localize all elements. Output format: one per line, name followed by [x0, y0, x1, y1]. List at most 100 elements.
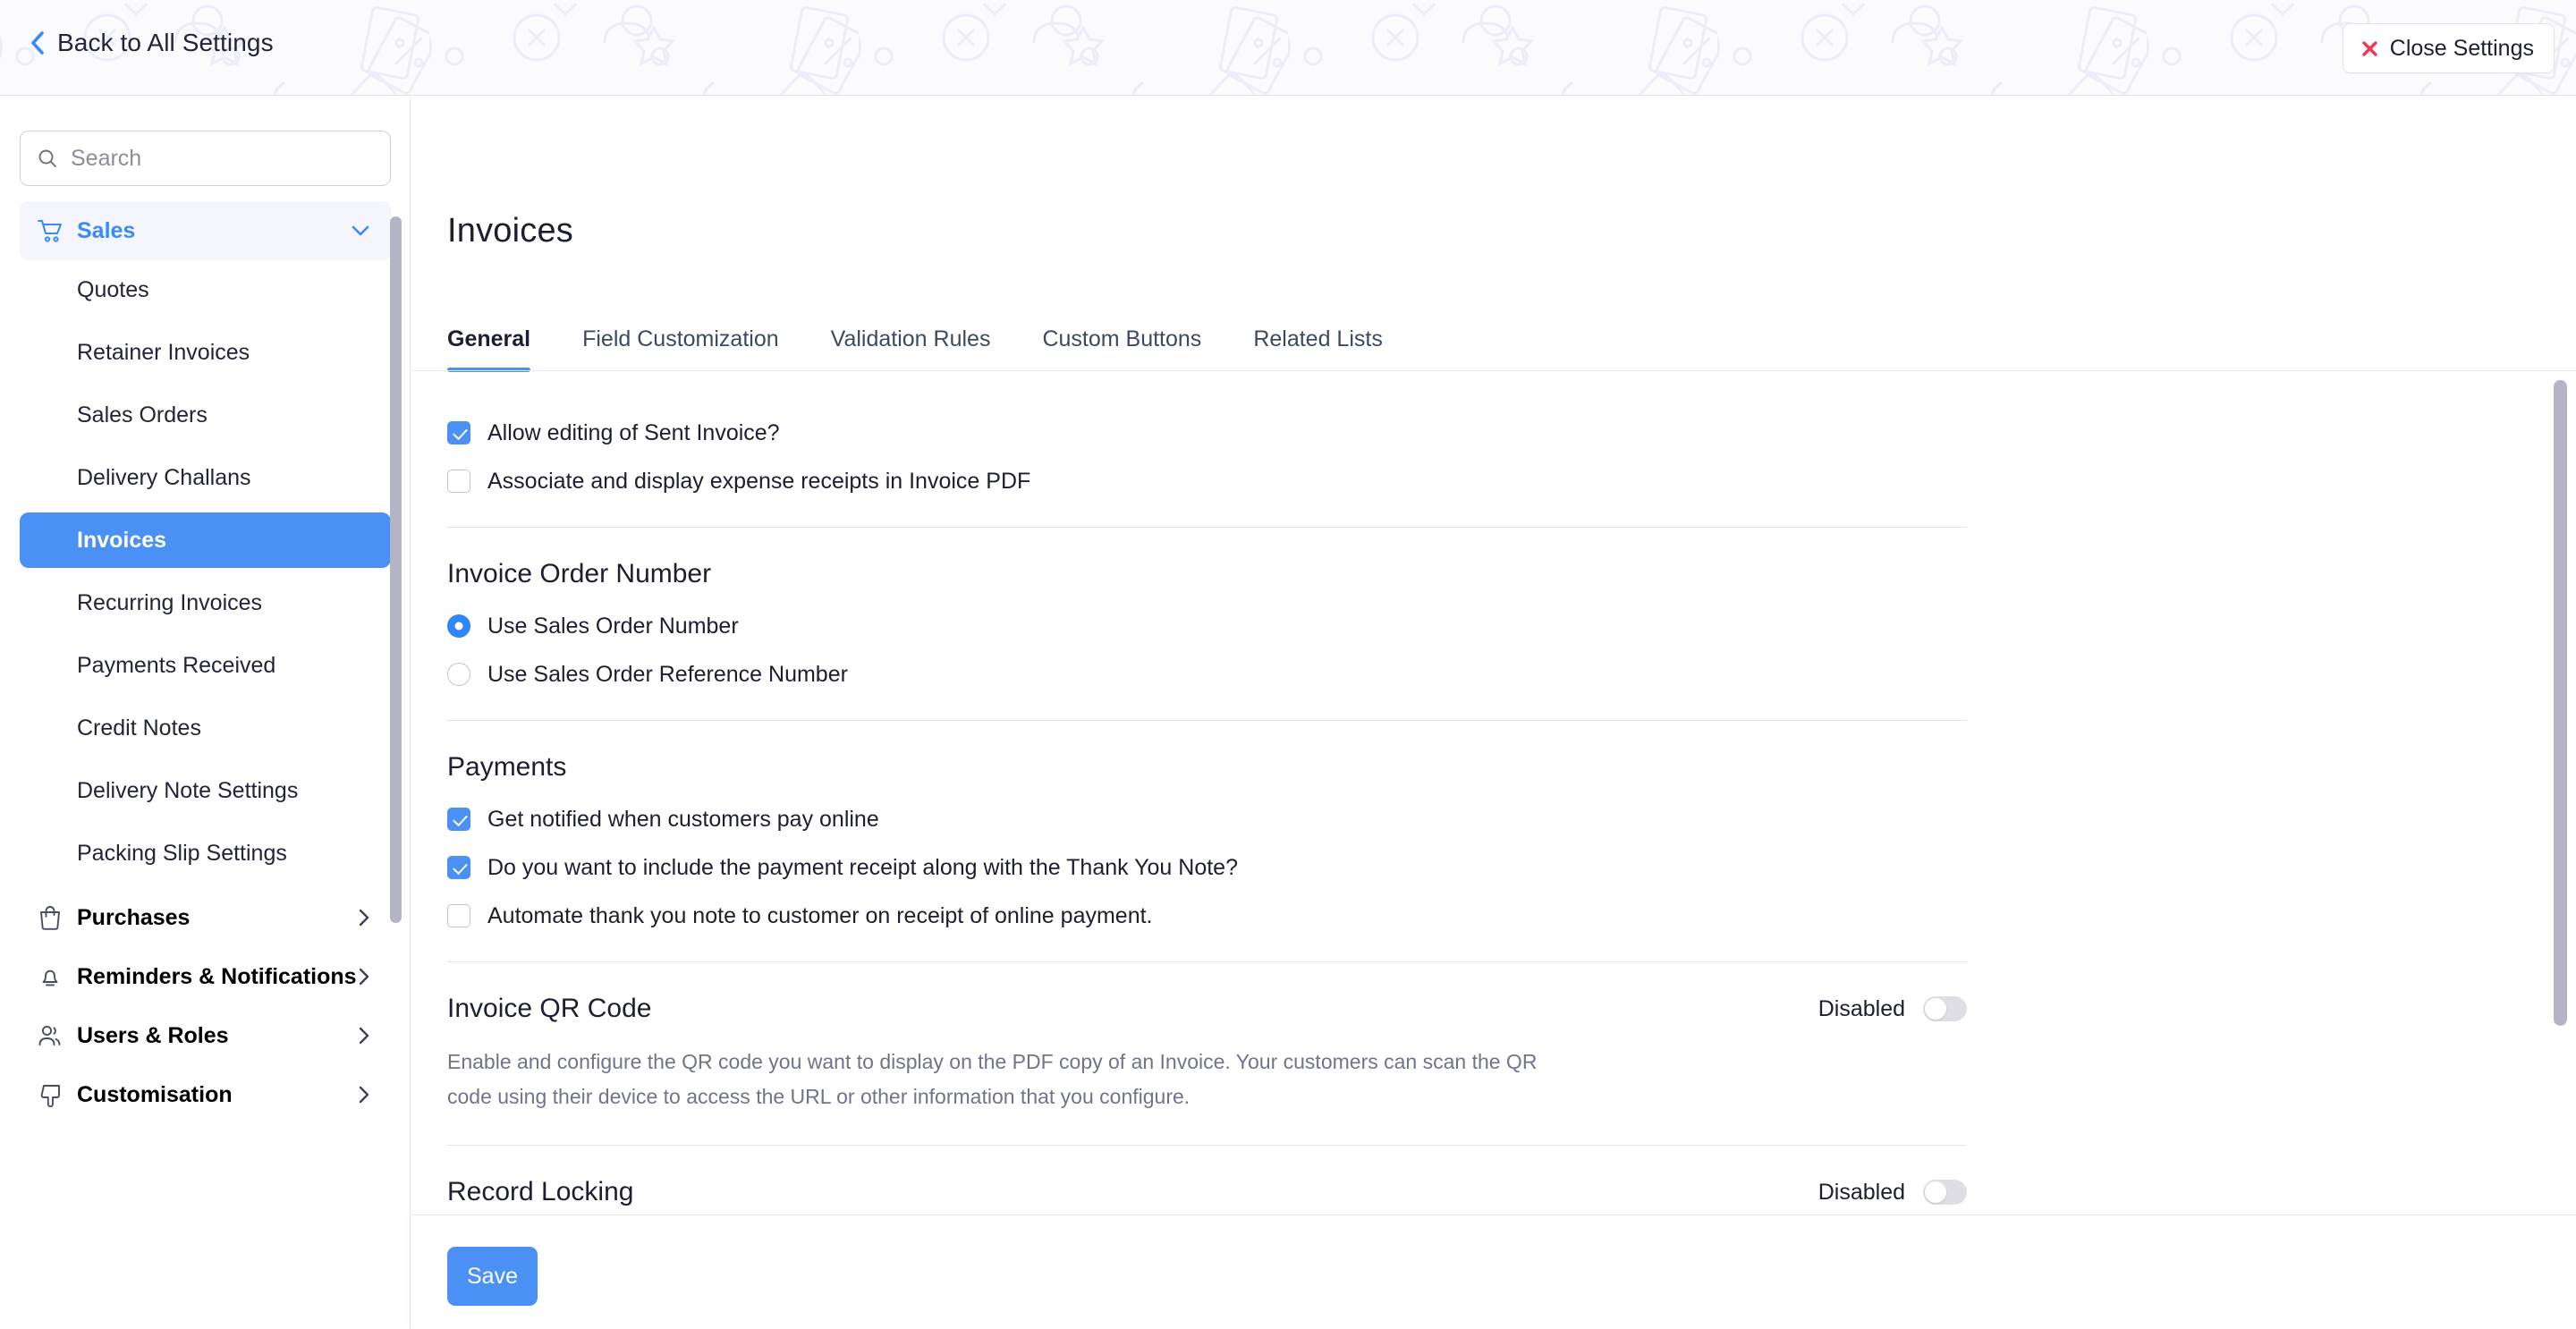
section-title: Invoice QR Code [447, 994, 651, 1024]
users-icon [37, 1022, 64, 1049]
section-invoice-qr-code: Invoice QR Code Disabled Enable and conf… [447, 994, 2576, 1114]
tab-related-lists[interactable]: Related Lists [1253, 326, 1383, 372]
tag-icon [37, 1081, 64, 1108]
checkbox-associate-expense-receipts[interactable]: Associate and display expense receipts i… [447, 466, 2576, 496]
checkbox-label: Associate and display expense receipts i… [487, 466, 1030, 496]
shopping-bag-icon [37, 904, 64, 931]
radio-use-sales-order-number[interactable]: Use Sales Order Number [447, 611, 2576, 641]
close-settings-label: Close Settings [2390, 36, 2534, 62]
section-invoice-order-number: Invoice Order Number Use Sales Order Num… [447, 559, 2576, 690]
sidebar-item-label: Invoices [77, 528, 166, 554]
sidebar-item-label: Credit Notes [77, 715, 201, 741]
radio-button[interactable] [447, 614, 470, 638]
sidebar-item-purchases-label: Purchases [77, 905, 190, 931]
sidebar-item-users-roles[interactable]: Users & Roles [20, 1006, 391, 1065]
tab-validation-rules[interactable]: Validation Rules [831, 326, 991, 372]
toggle-group: Disabled [1818, 1180, 1967, 1206]
settings-content-inner: Allow editing of Sent Invoice? Associate… [411, 371, 2576, 1285]
sidebar-item-label: Quotes [77, 277, 149, 303]
toggle-state-label: Disabled [1818, 1180, 1905, 1206]
search-box[interactable] [20, 131, 391, 186]
checkbox-include-payment-receipt[interactable]: Do you want to include the payment recei… [447, 852, 2576, 883]
sidebar-item-label: Delivery Note Settings [77, 778, 298, 804]
checkbox-box[interactable] [447, 904, 470, 927]
checkbox-label: Do you want to include the payment recei… [487, 852, 1238, 883]
sidebar-item-reminders-notifications[interactable]: Reminders & Notifications [20, 947, 391, 1006]
toggle-knob [1925, 1181, 1946, 1203]
sidebar-item-label: Packing Slip Settings [77, 841, 287, 867]
checkbox-box[interactable] [447, 470, 470, 493]
tab-general[interactable]: General [447, 326, 530, 372]
sidebar-item-customisation-label: Customisation [77, 1082, 233, 1108]
section-divider [447, 527, 1967, 528]
sidebar-item-packing-slip-settings[interactable]: Packing Slip Settings [20, 825, 391, 881]
chevron-right-icon [359, 909, 369, 927]
chevron-down-icon [352, 225, 369, 236]
checkbox-label: Allow editing of Sent Invoice? [487, 418, 780, 448]
settings-page: Back to All Settings Close Settings [0, 0, 2576, 1329]
sidebar-item-quotes[interactable]: Quotes [20, 262, 391, 317]
invoice-qr-code-toggle[interactable] [1923, 996, 1967, 1021]
sidebar-item-purchases[interactable]: Purchases [20, 888, 391, 947]
settings-sidebar: Sales Quotes Retainer Invoices Sales Ord… [0, 96, 411, 1329]
checkbox-box[interactable] [447, 421, 470, 444]
checkbox-label: Automate thank you note to customer on r… [487, 901, 1153, 931]
sidebar-item-retainer-invoices[interactable]: Retainer Invoices [20, 325, 391, 380]
tab-field-customization[interactable]: Field Customization [582, 326, 779, 372]
sidebar-scrollbar[interactable] [390, 216, 402, 923]
sidebar-item-label: Sales Orders [77, 402, 208, 428]
section-header: Invoice QR Code Disabled [447, 994, 1967, 1024]
checkbox-automate-thank-you-note[interactable]: Automate thank you note to customer on r… [447, 901, 2576, 931]
section-title: Payments [447, 752, 2576, 783]
sidebar-item-payments-received[interactable]: Payments Received [20, 638, 391, 693]
sidebar-item-label: Delivery Challans [77, 465, 251, 491]
toggle-knob [1925, 998, 1946, 1020]
sidebar-item-label: Payments Received [77, 653, 275, 679]
section-divider [447, 720, 1967, 721]
main-content-scrollbar[interactable] [2554, 380, 2567, 1026]
sidebar-item-delivery-note-settings[interactable]: Delivery Note Settings [20, 763, 391, 818]
radio-label: Use Sales Order Reference Number [487, 659, 848, 690]
chevron-right-icon [359, 1086, 369, 1104]
radio-label: Use Sales Order Number [487, 611, 739, 641]
search-input[interactable] [71, 146, 366, 172]
close-settings-button[interactable]: Close Settings [2343, 23, 2555, 73]
radio-button[interactable] [447, 663, 470, 686]
section-record-locking: Record Locking Disabled [447, 1177, 2576, 1207]
sidebar-group-sales[interactable]: Sales [20, 201, 391, 260]
back-to-all-settings-link[interactable]: Back to All Settings [30, 29, 274, 57]
search-container [20, 131, 391, 186]
radio-use-sales-order-reference-number[interactable]: Use Sales Order Reference Number [447, 659, 2576, 690]
tab-custom-buttons[interactable]: Custom Buttons [1042, 326, 1201, 372]
checkbox-allow-editing-sent-invoice[interactable]: Allow editing of Sent Invoice? [447, 418, 2576, 448]
sidebar-item-recurring-invoices[interactable]: Recurring Invoices [20, 575, 391, 631]
checkbox-get-notified-pay-online[interactable]: Get notified when customers pay online [447, 804, 2576, 834]
footer-bar: Save [411, 1215, 2576, 1329]
sidebar-item-customisation[interactable]: Customisation [20, 1065, 391, 1124]
page-title: Invoices [447, 212, 573, 250]
chevron-right-icon [359, 968, 369, 986]
checkbox-label: Get notified when customers pay online [487, 804, 879, 834]
section-header: Record Locking Disabled [447, 1177, 1967, 1207]
sidebar-sales-items: Quotes Retainer Invoices Sales Orders De… [0, 262, 411, 881]
section-divider [447, 1145, 1967, 1146]
checkbox-box[interactable] [447, 856, 470, 879]
record-locking-toggle[interactable] [1923, 1180, 1967, 1205]
section-payments: Payments Get notified when customers pay… [447, 752, 2576, 931]
sidebar-item-delivery-challans[interactable]: Delivery Challans [20, 450, 391, 505]
sidebar-group-sales-label: Sales [77, 218, 135, 244]
sidebar-item-sales-orders[interactable]: Sales Orders [20, 387, 391, 443]
sidebar-item-credit-notes[interactable]: Credit Notes [20, 700, 391, 756]
checkbox-box[interactable] [447, 808, 470, 831]
tab-label: Validation Rules [831, 326, 991, 351]
toggle-group: Disabled [1818, 996, 1967, 1022]
search-icon [37, 148, 58, 169]
chevron-right-icon [359, 1027, 369, 1045]
sidebar-item-invoices[interactable]: Invoices [20, 512, 391, 568]
sidebar-nav: Sales Quotes Retainer Invoices Sales Ord… [0, 201, 411, 1124]
tab-label: Custom Buttons [1042, 326, 1201, 351]
save-button[interactable]: Save [447, 1247, 538, 1306]
tab-bar: General Field Customization Validation R… [447, 326, 1435, 371]
main-panel: Invoices General Field Customization Val… [411, 96, 2576, 1329]
close-x-icon [2361, 40, 2378, 57]
